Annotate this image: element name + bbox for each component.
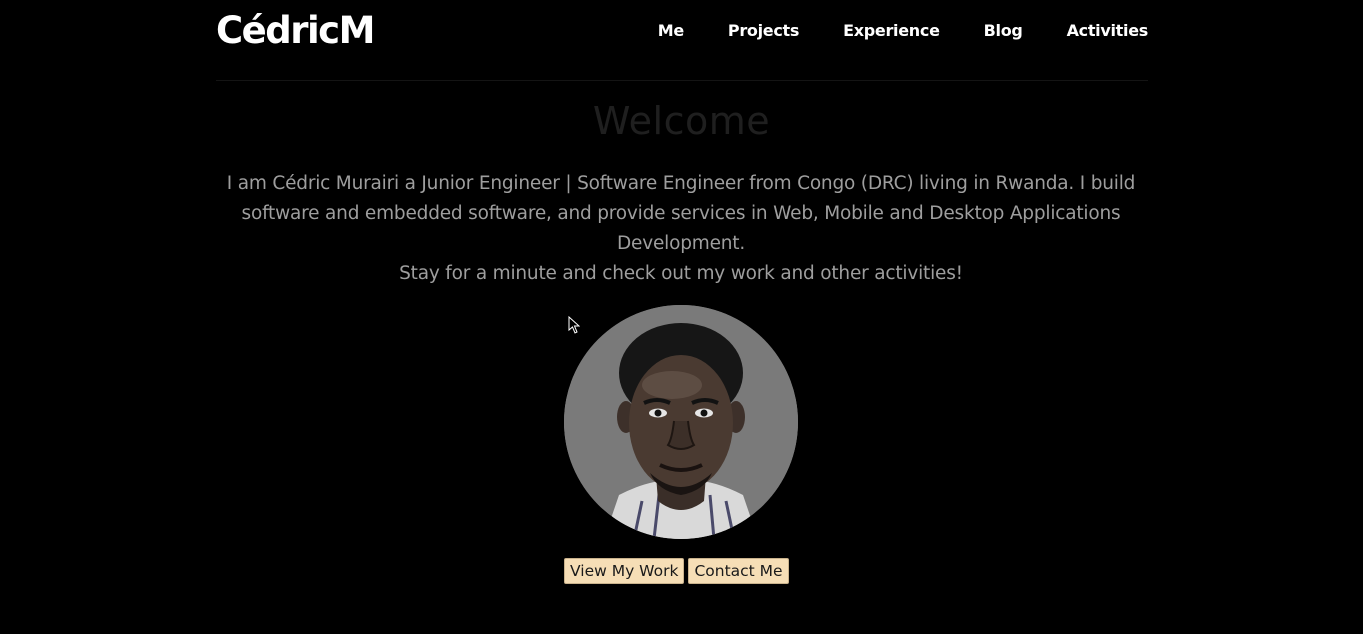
nav-item-activities[interactable]: Activities [1067,20,1149,42]
brand-logo[interactable]: CédricM [216,9,375,53]
navbar: CédricM Me Projects Experience Blog Acti… [216,0,1148,62]
nav-menu: Me Projects Experience Blog Activities [614,20,1149,42]
mouse-cursor-icon [568,316,580,334]
header-divider [216,80,1148,81]
intro-paragraph: I am Cédric Murairi a Junior Engineer | … [226,173,1136,254]
hero-actions: View My Work Contact Me [564,558,789,584]
contact-me-button[interactable]: Contact Me [688,558,789,584]
nav-item-blog[interactable]: Blog [984,20,1023,42]
view-my-work-button[interactable]: View My Work [564,558,685,584]
intro-text: I am Cédric Murairi a Junior Engineer | … [216,169,1146,289]
nav-item-experience[interactable]: Experience [843,20,940,42]
page-title: Welcome [592,99,771,143]
intro-call-to-action: Stay for a minute and check out my work … [399,263,963,284]
nav-item-projects[interactable]: Projects [728,20,800,42]
page: CédricM Me Projects Experience Blog Acti… [0,0,1363,634]
profile-photo-icon [564,305,798,539]
nav-item-me[interactable]: Me [658,20,684,42]
profile-avatar [564,305,798,539]
